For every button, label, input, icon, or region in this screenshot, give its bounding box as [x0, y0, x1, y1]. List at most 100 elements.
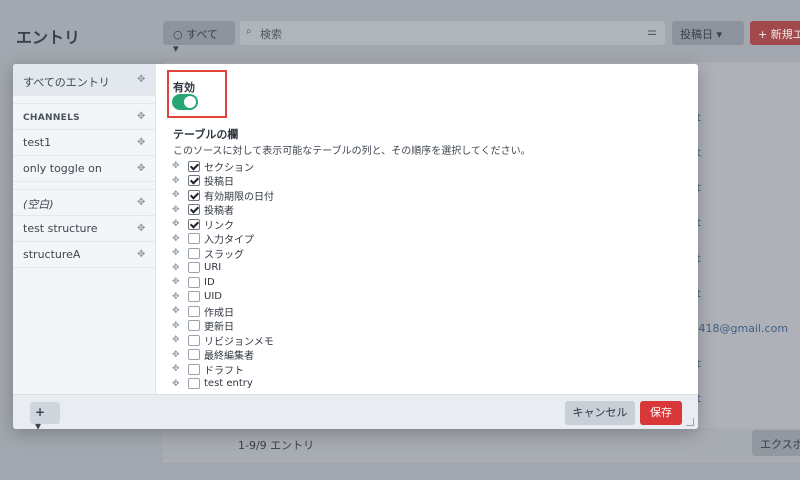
- drag-handle-icon[interactable]: ✥: [172, 161, 188, 171]
- column-option[interactable]: ✥ UID: [172, 290, 572, 305]
- column-option[interactable]: ✥ 投稿日: [172, 174, 572, 188]
- column-checkbox[interactable]: [188, 276, 200, 288]
- column-label: 有効期限の日付: [204, 191, 274, 203]
- enabled-label: 有効: [173, 81, 195, 94]
- sidebar-item-label: (空白): [23, 198, 54, 211]
- sidebar-item-label: only toggle on: [23, 162, 102, 175]
- column-checkbox[interactable]: [188, 363, 200, 375]
- drag-handle-icon[interactable]: ✥: [172, 263, 188, 273]
- search-input[interactable]: ⌕ 検索 ⚌: [240, 21, 665, 45]
- drag-handle-icon[interactable]: ✥: [137, 138, 147, 148]
- column-option[interactable]: ✥ URI: [172, 261, 572, 276]
- column-checkbox[interactable]: [188, 204, 200, 216]
- drag-handle-icon[interactable]: ✥: [137, 198, 147, 208]
- column-label: 作成日: [204, 307, 234, 319]
- sidebar-item-all-entries[interactable]: すべてのエントリ ✥: [13, 64, 155, 96]
- column-option[interactable]: ✥ ドラフト: [172, 362, 572, 377]
- drag-handle-icon[interactable]: ✥: [172, 306, 188, 316]
- column-checkbox[interactable]: [188, 189, 200, 201]
- sidebar-item-test1[interactable]: test1 ✥: [13, 130, 155, 156]
- column-checkbox[interactable]: [188, 305, 200, 317]
- column-option[interactable]: ✥ ID: [172, 275, 572, 290]
- sidebar-item-blank[interactable]: (空白) ✥: [13, 190, 155, 216]
- search-icon: ⌕: [246, 26, 252, 37]
- sidebar-item-only-toggle-on[interactable]: only toggle on ✥: [13, 156, 155, 182]
- column-option[interactable]: ✥ 投稿者: [172, 203, 572, 217]
- column-label: 入力タイプ: [204, 235, 254, 247]
- source-settings: 有効 テーブルの欄 このソースに対して表示可能なテーブルの列と、その順序を選択し…: [156, 64, 698, 394]
- drag-handle-icon[interactable]: ✥: [172, 219, 188, 229]
- resize-handle-icon[interactable]: [686, 418, 694, 426]
- drag-handle-icon[interactable]: ✥: [172, 379, 188, 389]
- table-columns-modal: すべてのエントリ ✥ CHANNELS ✥ test1 ✥ only toggl…: [13, 64, 698, 429]
- drag-handle-icon[interactable]: ✥: [137, 250, 147, 260]
- drag-handle-icon[interactable]: ✥: [172, 350, 188, 360]
- column-label: test entry: [204, 378, 253, 390]
- sidebar-heading-channels: CHANNELS ✥: [13, 104, 155, 130]
- drag-handle-icon[interactable]: ✥: [137, 75, 147, 85]
- source-sidebar: すべてのエントリ ✥ CHANNELS ✥ test1 ✥ only toggl…: [13, 64, 156, 394]
- sort-button[interactable]: 投稿日 ▾: [672, 21, 744, 45]
- column-option[interactable]: ✥ test entry: [172, 377, 572, 392]
- export-button[interactable]: エクスポ: [752, 430, 800, 456]
- drag-handle-icon[interactable]: ✥: [172, 234, 188, 244]
- drag-handle-icon[interactable]: ✥: [172, 248, 188, 258]
- drag-handle-icon[interactable]: ✥: [172, 364, 188, 374]
- sidebar-divider: [13, 96, 155, 104]
- sidebar-heading-label: CHANNELS: [23, 113, 80, 123]
- drag-handle-icon[interactable]: ✥: [172, 205, 188, 215]
- sidebar-item-label: test1: [23, 136, 52, 149]
- drag-handle-icon[interactable]: ✥: [172, 176, 188, 186]
- column-option[interactable]: ✥ スラッグ: [172, 246, 572, 261]
- column-option[interactable]: ✥ 最終編集者: [172, 348, 572, 363]
- column-checkbox[interactable]: [188, 262, 200, 274]
- modal-footer: + ▾ キャンセル 保存: [13, 394, 698, 429]
- column-option[interactable]: ✥ 入力タイプ: [172, 232, 572, 247]
- drag-handle-icon[interactable]: ✥: [137, 164, 147, 174]
- column-checkbox[interactable]: [188, 334, 200, 346]
- column-option[interactable]: ✥ リンク: [172, 217, 572, 232]
- add-source-button[interactable]: + ▾: [30, 402, 60, 429]
- column-label: リンク: [204, 220, 234, 232]
- toggle-knob: [184, 96, 196, 108]
- sidebar-item-structurea[interactable]: structureA ✥: [13, 242, 155, 268]
- sidebar-item-label: structureA: [23, 248, 81, 261]
- drag-handle-icon[interactable]: ✥: [172, 277, 188, 287]
- sidebar-divider: [13, 182, 155, 190]
- column-label: 最終編集者: [204, 351, 254, 363]
- column-label: セクション: [204, 162, 254, 174]
- column-label: ID: [204, 276, 215, 288]
- column-checkbox[interactable]: [188, 349, 200, 361]
- column-checkbox[interactable]: [188, 233, 200, 245]
- enabled-toggle[interactable]: [172, 94, 198, 110]
- column-checkbox[interactable]: [188, 378, 200, 390]
- drag-handle-icon[interactable]: ✥: [172, 292, 188, 302]
- cancel-button[interactable]: キャンセル: [565, 401, 635, 425]
- column-option[interactable]: ✥ セクション: [172, 159, 572, 174]
- search-options-icon[interactable]: ⚌: [647, 25, 657, 38]
- status-filter-button[interactable]: ○ すべて ▾: [163, 21, 235, 55]
- drag-handle-icon[interactable]: ✥: [137, 224, 147, 234]
- sidebar-item-test-structure[interactable]: test structure ✥: [13, 216, 155, 242]
- column-label: リビジョンメモ: [204, 336, 274, 348]
- column-label: UID: [204, 291, 222, 303]
- column-option[interactable]: ✥ リビジョンメモ: [172, 333, 572, 348]
- column-checkbox[interactable]: [188, 218, 200, 230]
- column-checkbox[interactable]: [188, 291, 200, 303]
- column-checkbox[interactable]: [188, 320, 200, 332]
- table-row-email[interactable]: y418@gmail.com: [692, 322, 788, 335]
- new-entry-button[interactable]: + 新規エ: [750, 21, 800, 45]
- column-option[interactable]: ✥ 作成日: [172, 304, 572, 319]
- column-checkbox[interactable]: [188, 247, 200, 259]
- drag-handle-icon[interactable]: ✥: [137, 112, 147, 122]
- column-checkbox[interactable]: [188, 175, 200, 187]
- columns-description: このソースに対して表示可能なテーブルの列と、その順序を選択してください。: [173, 146, 531, 157]
- drag-handle-icon[interactable]: ✥: [172, 321, 188, 331]
- column-option[interactable]: ✥ 更新日: [172, 319, 572, 333]
- drag-handle-icon[interactable]: ✥: [172, 335, 188, 345]
- entry-count: 1-9/9 エントリ: [238, 439, 315, 452]
- save-button[interactable]: 保存: [640, 401, 682, 425]
- column-checkbox[interactable]: [188, 160, 200, 172]
- drag-handle-icon[interactable]: ✥: [172, 190, 188, 200]
- column-option[interactable]: ✥ 有効期限の日付: [172, 188, 572, 203]
